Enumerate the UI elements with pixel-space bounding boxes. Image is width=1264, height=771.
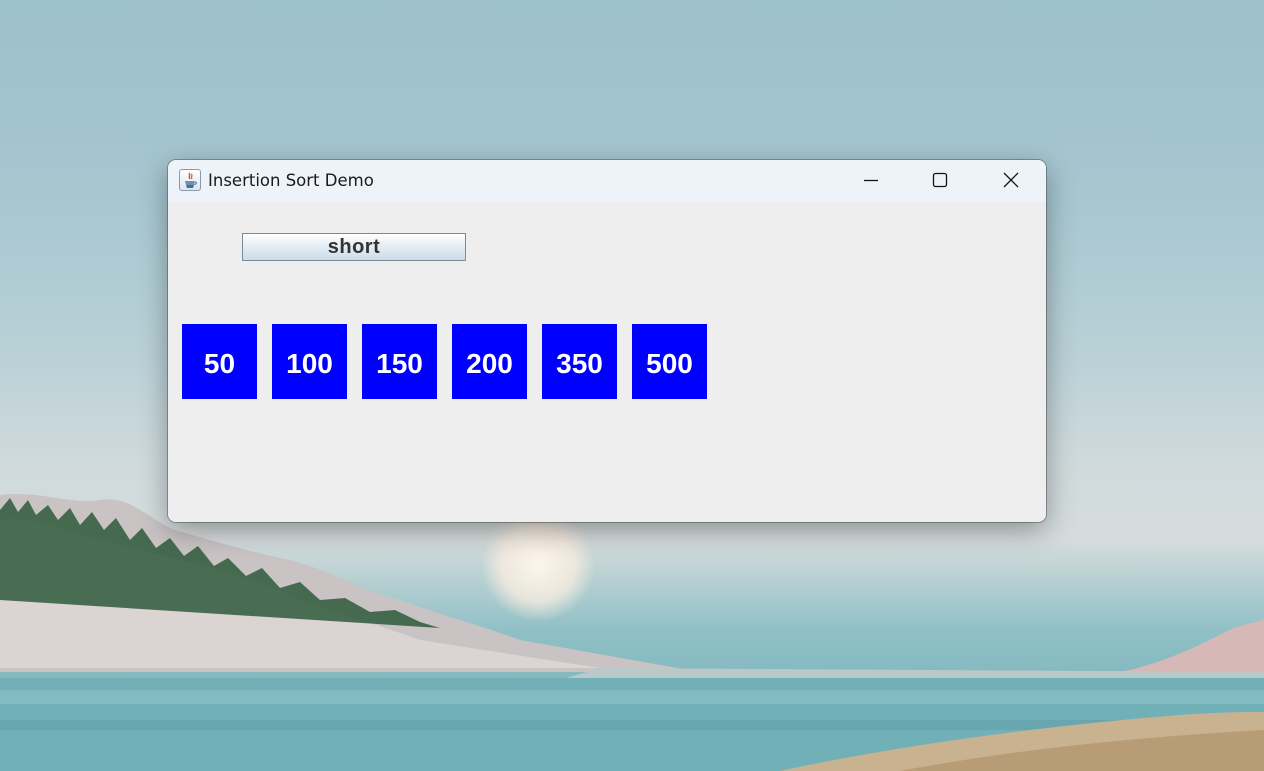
close-button[interactable]	[976, 160, 1046, 202]
desktop-wallpaper: Insertion Sort Demo short 50 100 150 200…	[0, 0, 1264, 771]
window-title: Insertion Sort Demo	[208, 171, 374, 190]
close-icon	[1003, 172, 1019, 188]
minimize-button[interactable]	[836, 160, 906, 202]
array-element-box: 100	[272, 324, 347, 399]
content-panel: short 50 100 150 200 350 500	[168, 202, 1046, 522]
array-element-box: 50	[182, 324, 257, 399]
array-element-box: 150	[362, 324, 437, 399]
array-element-box: 200	[452, 324, 527, 399]
app-window: Insertion Sort Demo short 50 100 150 200…	[168, 160, 1046, 522]
minimize-icon	[864, 179, 878, 182]
sort-button[interactable]: short	[242, 233, 466, 261]
java-coffee-cup-icon[interactable]	[179, 169, 201, 191]
array-element-box: 350	[542, 324, 617, 399]
title-bar[interactable]: Insertion Sort Demo	[168, 160, 1046, 202]
maximize-button[interactable]	[906, 160, 976, 202]
maximize-icon	[932, 172, 948, 188]
array-element-box: 500	[632, 324, 707, 399]
